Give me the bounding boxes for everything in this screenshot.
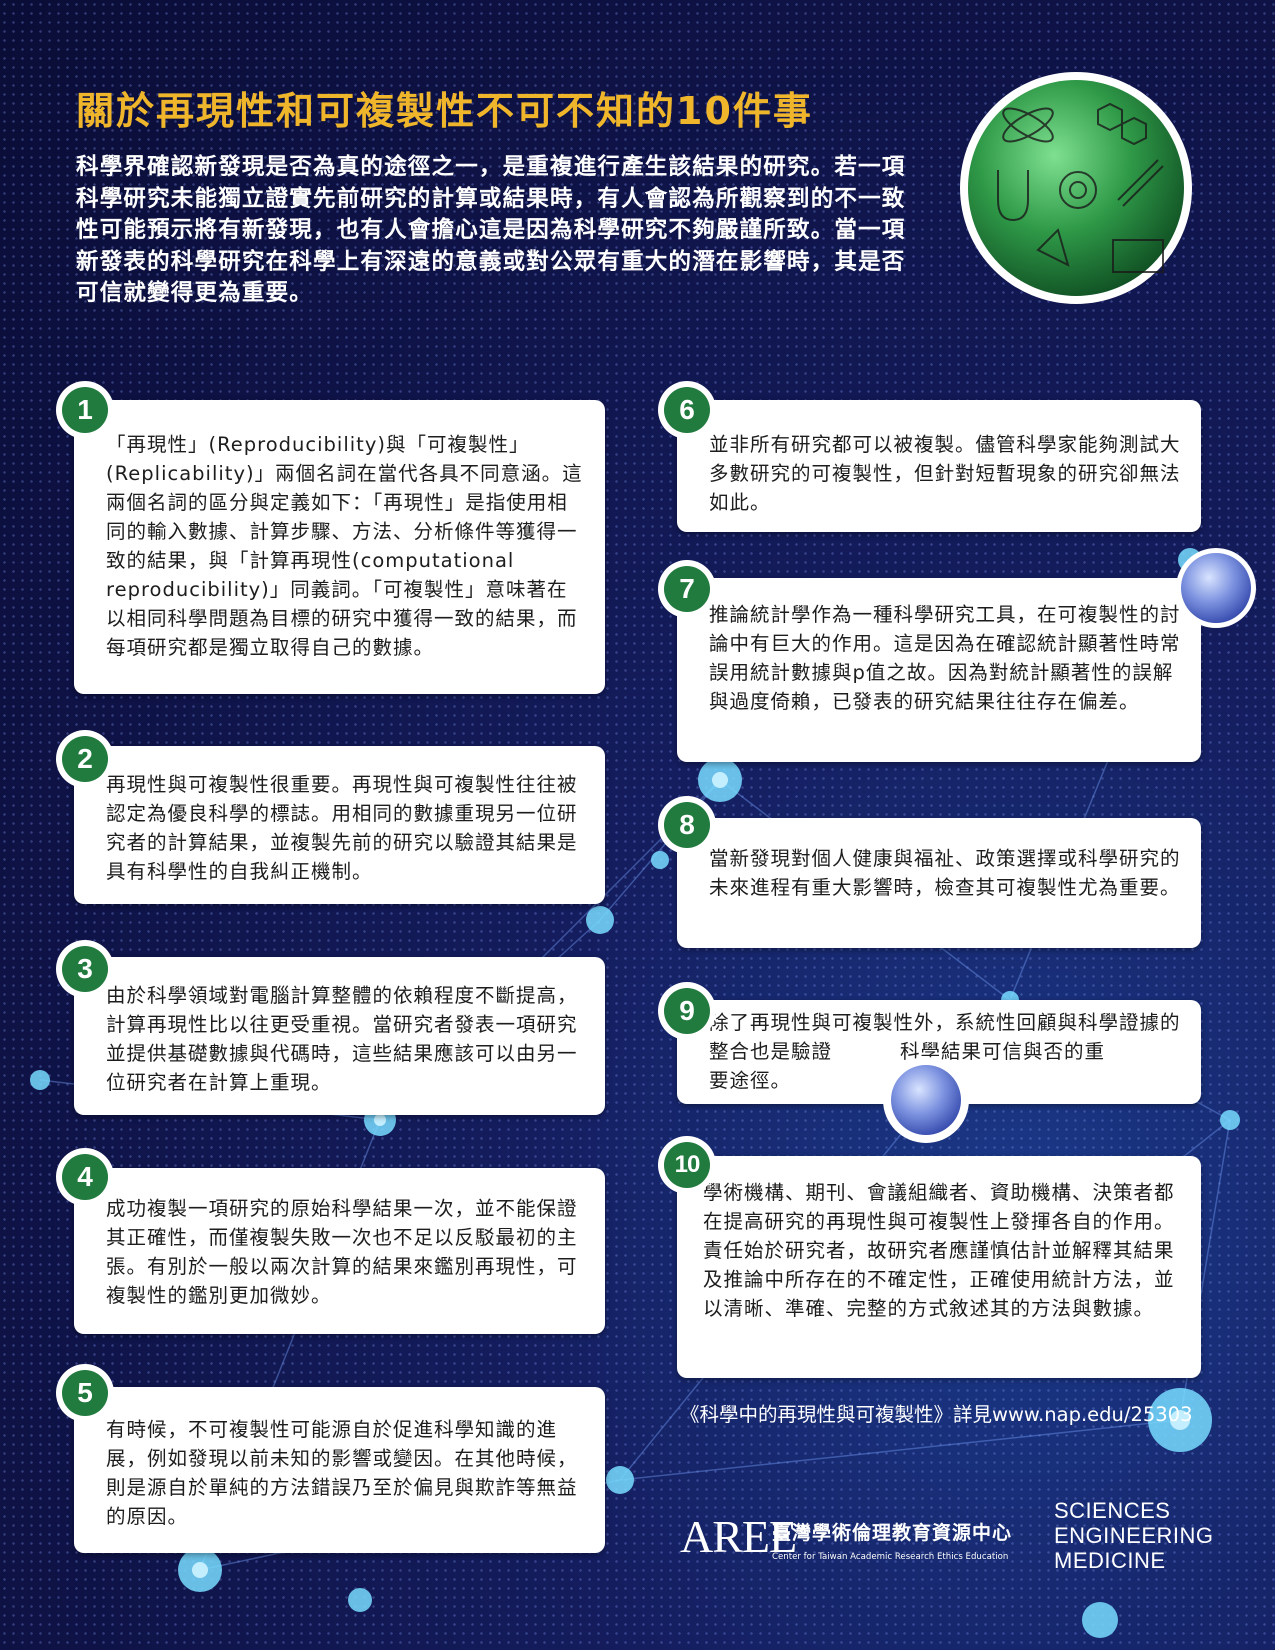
- item-1-number: 1: [62, 387, 108, 433]
- item-6-number: 6: [664, 387, 710, 433]
- item-5-text: 有時候，不可複製性可能源自於促進科學知識的進展，例如發現以前未知的影響或變因。在…: [106, 1418, 578, 1528]
- item-card-6: 並非所有研究都可以被複製。儘管科學家能夠測試大多數研究的可複製性，但針對短暫現象…: [677, 400, 1201, 532]
- item-card-1: 「再現性」(Reproducibility)與「可複製性」(Replicabil…: [74, 400, 605, 694]
- intro-paragraph: 科學界確認新發現是否為真的途徑之一，是重複進行產生該結果的研究。若一項科學研究未…: [76, 154, 906, 307]
- aree-logo: AREE 臺灣學術倫理教育資源中心 Center for Taiwan Acad…: [680, 1508, 1060, 1578]
- item-card-10: 學術機構、期刊、會議組織者、資助機構、決策者都在提高研究的再現性與可複製性上發揮…: [677, 1156, 1201, 1378]
- science-emblem: [960, 72, 1192, 304]
- item-10-number-badge: 10: [658, 1136, 716, 1194]
- item-9-number: 9: [664, 988, 710, 1034]
- item-4-number: 4: [62, 1154, 108, 1200]
- item-3-text: 由於科學領域對電腦計算整體的依賴程度不斷提高，計算再現性比以往更受重視。當研究者…: [106, 984, 578, 1094]
- item-8-number: 8: [664, 802, 710, 848]
- item-8-number-badge: 8: [658, 796, 716, 854]
- item-9-text-c: 要途徑。: [709, 1069, 792, 1092]
- item-10-number: 10: [664, 1142, 710, 1188]
- item-3-number-badge: 3: [56, 940, 114, 998]
- source-reference: 《科學中的再現性與可複製性》詳見www.nap.edu/25303: [680, 1403, 1193, 1426]
- item-4-text: 成功複製一項研究的原始科學結果一次，並不能保證其正確性，而僅複製失敗一次也不足以…: [106, 1197, 578, 1307]
- item-card-2: 再現性與可複製性很重要。再現性與可複製性往往被認定為優良科學的標誌。用相同的數據…: [74, 746, 605, 904]
- item-9-number-badge: 9: [658, 982, 716, 1040]
- aree-logo-english-name: Center for Taiwan Academic Research Ethi…: [772, 1552, 1009, 1562]
- globe-image-7: [1176, 548, 1256, 628]
- item-6-text: 並非所有研究都可以被複製。儘管科學家能夠測試大多數研究的可複製性，但針對短暫現象…: [709, 433, 1181, 514]
- nas-logo: SCIENCES ENGINEERING MEDICINE: [1054, 1498, 1214, 1573]
- item-5-number: 5: [62, 1370, 108, 1416]
- item-3-number: 3: [62, 946, 108, 992]
- item-2-number-badge: 2: [56, 730, 114, 788]
- item-10-text: 學術機構、期刊、會議組織者、資助機構、決策者都在提高研究的再現性與可複製性上發揮…: [703, 1181, 1175, 1320]
- item-7-number-badge: 7: [658, 560, 716, 618]
- nas-logo-line-1: SCIENCES: [1054, 1498, 1171, 1523]
- item-5-number-badge: 5: [56, 1364, 114, 1422]
- item-card-4: 成功複製一項研究的原始科學結果一次，並不能保證其正確性，而僅複製失敗一次也不足以…: [74, 1168, 605, 1334]
- item-card-5: 有時候，不可複製性可能源自於促進科學知識的進展，例如發現以前未知的影響或變因。在…: [74, 1387, 605, 1553]
- aree-logo-chinese-name: 臺灣學術倫理教育資源中心: [772, 1522, 1013, 1544]
- item-card-8: 當新發現對個人健康與福祉、政策選擇或科學研究的未來進程有重大影響時，檢查其可複製…: [677, 818, 1201, 948]
- science-globe-icon: [968, 80, 1184, 296]
- page-title: 關於再現性和可複製性不可不知的10件事: [76, 89, 813, 133]
- item-6-number-badge: 6: [658, 381, 716, 439]
- item-4-number-badge: 4: [56, 1148, 114, 1206]
- globe-image-9: [883, 1057, 969, 1143]
- item-7-number: 7: [664, 566, 710, 612]
- nas-logo-line-2: ENGINEERING: [1054, 1523, 1214, 1548]
- item-2-text: 再現性與可複製性很重要。再現性與可複製性往往被認定為優良科學的標誌。用相同的數據…: [106, 773, 578, 883]
- item-card-3: 由於科學領域對電腦計算整體的依賴程度不斷提高，計算再現性比以往更受重視。當研究者…: [74, 957, 605, 1115]
- item-card-7: 推論統計學作為一種科學研究工具，在可複製性的討論中有巨大的作用。這是因為在確認統…: [677, 578, 1201, 762]
- item-1-number-badge: 1: [56, 381, 114, 439]
- item-2-number: 2: [62, 736, 108, 782]
- item-7-text: 推論統計學作為一種科學研究工具，在可複製性的討論中有巨大的作用。這是因為在確認統…: [709, 603, 1181, 713]
- nas-logo-line-3: MEDICINE: [1054, 1548, 1166, 1573]
- item-8-text: 當新發現對個人健康與福祉、政策選擇或科學研究的未來進程有重大影響時，檢查其可複製…: [709, 847, 1181, 899]
- item-1-text: 「再現性」(Reproducibility)與「可複製性」(Replicabil…: [106, 433, 583, 659]
